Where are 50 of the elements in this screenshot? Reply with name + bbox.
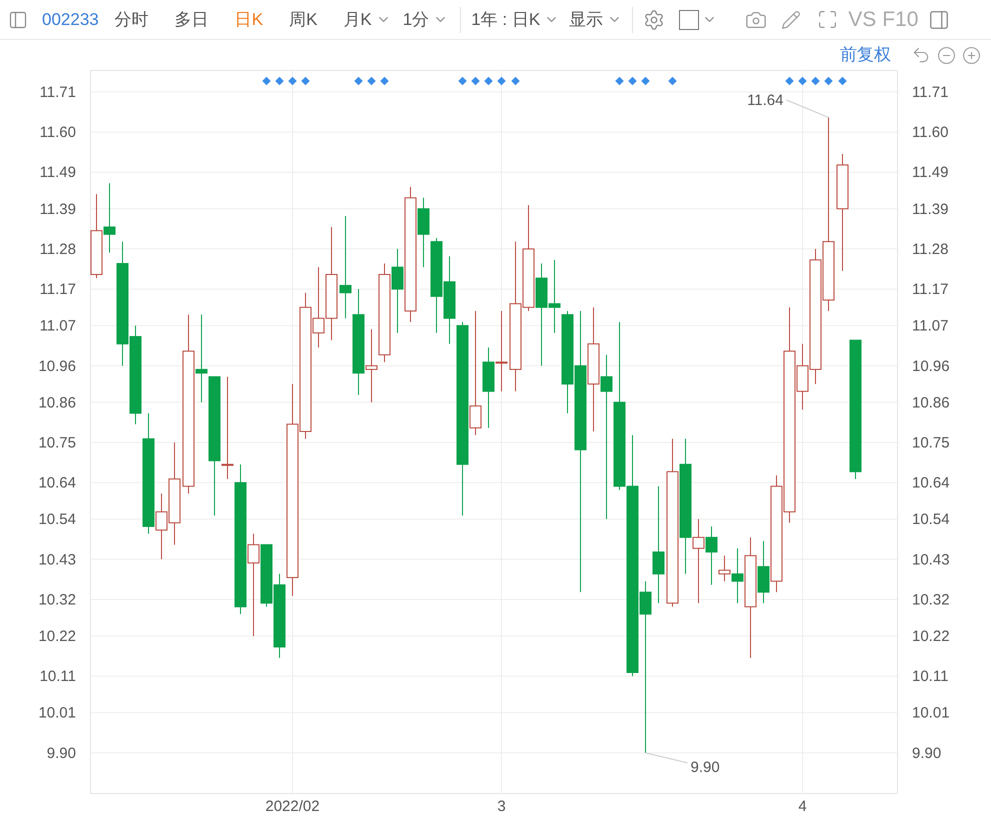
y-axis-label: 10.01 xyxy=(912,704,950,722)
y-axis-label: 11.49 xyxy=(912,164,948,182)
y-axis-label: 10.22 xyxy=(38,628,76,645)
y-axis-label: 11.28 xyxy=(40,240,76,258)
y-axis-label: 10.11 xyxy=(40,668,76,686)
y-axis-label: 10.43 xyxy=(912,551,950,568)
x-axis-label: 2022/02 xyxy=(265,798,320,815)
y-axis-label: 11.17 xyxy=(912,281,948,298)
y-axis-label: 10.64 xyxy=(912,474,950,492)
y-axis-label: 10.32 xyxy=(38,591,76,608)
y-axis-label: 11.39 xyxy=(40,200,76,218)
y-axis-label: 9.90 xyxy=(46,744,76,762)
y-axis-label: 10.22 xyxy=(912,628,950,645)
y-axis-label: 11.39 xyxy=(912,200,948,218)
period-tab[interactable]: 多日 xyxy=(174,6,209,32)
range-dropdown[interactable]: 1年 : 日K xyxy=(471,6,560,32)
y-axis-label: 10.96 xyxy=(38,358,76,375)
y-axis-label: 11.17 xyxy=(40,281,76,298)
y-axis-label: 10.86 xyxy=(912,394,950,412)
y-axis-label: 10.01 xyxy=(38,704,76,722)
stock-code-link[interactable]: 002233 xyxy=(42,6,99,32)
min-price-label: 9.90 xyxy=(690,758,720,776)
range-dropdown[interactable]: 显示 xyxy=(569,6,622,32)
y-axis-label: 10.54 xyxy=(38,511,76,528)
y-axis-label: 10.11 xyxy=(912,668,948,686)
y-axis-label: 11.07 xyxy=(912,318,948,335)
y-axis-label: 11.60 xyxy=(40,124,76,142)
y-axis-label: 11.71 xyxy=(40,84,76,101)
y-axis-label: 11.71 xyxy=(912,84,948,101)
y-axis-label: 10.96 xyxy=(912,358,950,375)
y-axis-label: 11.49 xyxy=(40,164,76,182)
y-axis-label: 10.32 xyxy=(912,591,950,608)
y-axis-label: 10.75 xyxy=(912,434,950,452)
y-axis-label: 11.28 xyxy=(912,240,948,258)
price-adjust-link[interactable]: 前复权 xyxy=(840,42,891,68)
y-axis-label: 10.43 xyxy=(38,551,76,568)
y-axis-label: 10.86 xyxy=(38,394,76,412)
period-tab[interactable]: 分时 xyxy=(114,6,149,32)
max-price-label: 11.64 xyxy=(747,92,784,109)
y-axis-label: 9.90 xyxy=(912,744,942,762)
y-axis-label: 10.75 xyxy=(38,434,76,452)
y-axis-label: 11.07 xyxy=(40,318,76,335)
period-dropdown[interactable]: 月K xyxy=(343,6,391,32)
y-axis-label: 10.54 xyxy=(912,511,950,528)
x-axis-label: 3 xyxy=(497,798,506,815)
period-dropdown[interactable]: 1分 xyxy=(402,6,448,32)
period-tab[interactable]: 周K xyxy=(289,6,318,32)
y-axis-label: 10.64 xyxy=(38,474,76,492)
y-axis-label: 11.60 xyxy=(912,124,948,142)
x-axis-label: 4 xyxy=(798,798,807,815)
